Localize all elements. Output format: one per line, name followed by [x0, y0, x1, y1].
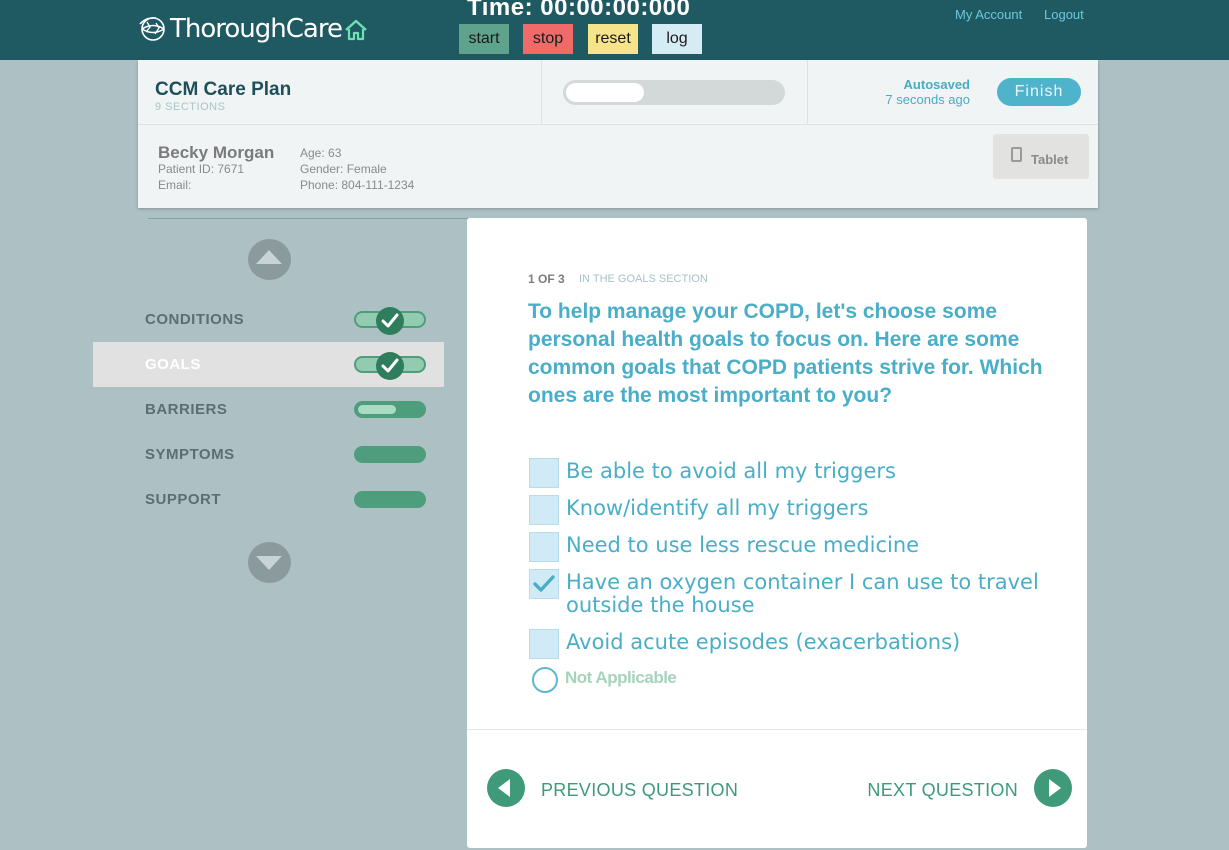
care-plan-header: CCM Care Plan 9 SECTIONS Autosaved 7 sec… — [138, 60, 1098, 208]
plan-title: CCM Care Plan — [155, 79, 292, 100]
triangle-up-icon — [256, 250, 282, 264]
tablet-icon — [1011, 147, 1022, 162]
option-checkbox-checked[interactable] — [529, 569, 559, 599]
patient-gender: Gender: Female — [300, 162, 387, 176]
previous-question-label: PREVIOUS QUESTION — [541, 780, 739, 800]
section-progress-complete — [354, 307, 426, 335]
goal-option-oxygen-container[interactable]: Have an oxygen container I can use to tr… — [529, 569, 1069, 619]
arrow-left-circle-icon — [487, 769, 525, 807]
option-checkbox[interactable] — [529, 532, 559, 562]
goal-option-avoid-triggers[interactable]: Be able to avoid all my triggers — [529, 458, 1069, 490]
option-checkbox[interactable] — [529, 458, 559, 488]
autosaved-label: Autosaved — [903, 77, 970, 92]
question-footer-divider — [467, 729, 1087, 730]
plan-section-count: 9 SECTIONS — [155, 101, 226, 113]
section-progress-empty — [354, 446, 426, 463]
sidebar-item-label: SYMPTOMS — [145, 446, 235, 463]
option-label: Avoid acute episodes (exacerbations) — [566, 630, 961, 654]
header-divider — [807, 60, 808, 124]
option-checkbox[interactable] — [529, 629, 559, 659]
sidebar-item-label: CONDITIONS — [145, 311, 245, 328]
sidebar-divider — [148, 218, 468, 219]
log-button[interactable]: log — [652, 24, 702, 54]
tablet-label: Tablet — [1031, 152, 1069, 167]
plan-progress-fill — [566, 83, 644, 102]
section-scroll-up-button[interactable] — [248, 239, 291, 280]
header-divider — [541, 60, 542, 124]
next-question-button[interactable]: NEXT QUESTION — [852, 768, 1072, 808]
sidebar-item-symptoms[interactable]: SYMPTOMS — [93, 432, 444, 477]
triangle-down-icon — [256, 556, 282, 570]
home-icon[interactable] — [343, 18, 369, 42]
option-label: Need to use less rescue medicine — [566, 533, 920, 557]
patient-id: Patient ID: 7671 — [158, 162, 245, 176]
reset-button[interactable]: reset — [588, 24, 638, 54]
care-plan-summary-row: CCM Care Plan 9 SECTIONS Autosaved 7 sec… — [138, 60, 1098, 125]
top-bar: ThoroughCare Time: 00:00:00:000 start st… — [0, 0, 1229, 60]
sidebar-item-barriers[interactable]: BARRIERS — [93, 387, 444, 432]
sidebar-item-label: GOALS — [145, 356, 201, 373]
section-progress-complete — [354, 352, 426, 380]
patient-age: Age: 63 — [300, 146, 342, 160]
not-applicable-radio[interactable] — [532, 667, 558, 693]
logout-link[interactable]: Logout — [1044, 7, 1084, 22]
section-progress-partial — [354, 401, 426, 418]
sidebar-item-goals[interactable]: GOALS — [93, 342, 444, 387]
sidebar-item-label: BARRIERS — [145, 401, 228, 418]
check-circle-icon — [376, 352, 404, 380]
globe-logo-icon — [139, 17, 165, 41]
arrow-right-circle-icon — [1034, 769, 1072, 807]
checkmark-icon — [533, 575, 555, 592]
patient-name: Becky Morgan — [158, 143, 275, 162]
start-button[interactable]: start — [459, 24, 509, 54]
stop-button[interactable]: stop — [523, 24, 573, 54]
option-label: Have an oxygen container I can use to tr… — [566, 570, 1039, 617]
sidebar-item-label: SUPPORT — [145, 491, 222, 508]
check-circle-icon — [376, 307, 404, 335]
option-label: Know/identify all my triggers — [566, 496, 869, 520]
goal-option-avoid-acute-episodes[interactable]: Avoid acute episodes (exacerbations) — [529, 629, 1069, 661]
patient-phone: Phone: 804-111-1234 — [300, 178, 415, 192]
finish-button[interactable]: Finish — [997, 78, 1081, 106]
patient-email: Email: — [158, 178, 192, 192]
tablet-mode-button[interactable]: Tablet — [993, 134, 1089, 179]
question-section-label: IN THE GOALS SECTION — [579, 273, 708, 285]
question-counter: 1 OF 3 — [528, 272, 565, 286]
sidebar-item-conditions[interactable]: CONDITIONS — [93, 297, 444, 342]
next-question-label: NEXT QUESTION — [867, 780, 1018, 800]
option-checkbox[interactable] — [529, 495, 559, 525]
brand-logo[interactable]: ThoroughCare — [138, 12, 343, 46]
goal-option-identify-triggers[interactable]: Know/identify all my triggers — [529, 495, 1069, 527]
not-applicable-label[interactable]: Not Applicable — [565, 668, 677, 688]
timer-readout: Time: 00:00:00:000 — [467, 0, 691, 21]
autosaved-time: 7 seconds ago — [885, 92, 970, 107]
goal-option-less-rescue-medicine[interactable]: Need to use less rescue medicine — [529, 532, 1069, 564]
plan-progress-bar — [563, 80, 785, 105]
previous-question-button[interactable]: PREVIOUS QUESTION — [487, 768, 747, 808]
option-label: Be able to avoid all my triggers — [566, 459, 897, 483]
section-progress-fill — [358, 405, 396, 414]
section-scroll-down-button[interactable] — [248, 542, 291, 583]
sidebar-item-support[interactable]: SUPPORT — [93, 477, 444, 522]
question-text: To help manage your COPD, let's choose s… — [528, 300, 1043, 407]
my-account-link[interactable]: My Account — [955, 7, 1022, 22]
section-progress-empty — [354, 491, 426, 508]
question-panel: 1 OF 3 IN THE GOALS SECTION To help mana… — [467, 218, 1087, 848]
brand-name: ThoroughCare — [170, 14, 343, 44]
